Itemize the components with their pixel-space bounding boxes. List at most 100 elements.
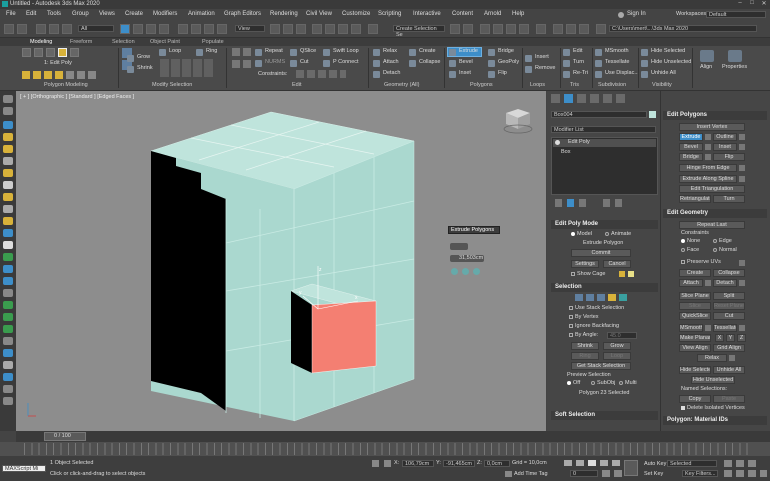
caddy-cancel-icon[interactable] bbox=[473, 268, 480, 275]
refresh-icon[interactable] bbox=[3, 385, 13, 393]
extrude-poly-button[interactable]: Extrude bbox=[679, 133, 703, 141]
rollout-edit-poly-mode[interactable]: Edit Poly Mode bbox=[551, 220, 658, 229]
edit-named-sel-icon[interactable] bbox=[368, 24, 378, 34]
filter-lights-icon[interactable] bbox=[3, 145, 13, 153]
bridge-settings-icon[interactable] bbox=[705, 154, 711, 160]
constraint-edge-radio[interactable] bbox=[713, 239, 717, 243]
caddy-ok-icon[interactable] bbox=[451, 268, 458, 275]
workspace-dropdown[interactable]: Default bbox=[706, 11, 766, 18]
placement-icon[interactable] bbox=[217, 24, 227, 34]
rollout-soft-selection[interactable]: Soft Selection bbox=[551, 411, 658, 420]
shrink-button[interactable]: Shrink bbox=[126, 65, 153, 74]
menu-interactive[interactable]: Interactive bbox=[413, 11, 441, 17]
cage-color-swatch-2[interactable] bbox=[628, 271, 634, 277]
reset-plane-button[interactable]: Reset Plane bbox=[713, 302, 745, 310]
window-crossing-icon[interactable] bbox=[159, 24, 169, 34]
group-geometry[interactable]: Geometry (All) bbox=[384, 82, 419, 88]
motion-tab-icon[interactable] bbox=[590, 94, 599, 103]
current-frame-field[interactable]: 0 bbox=[570, 470, 598, 477]
minimize-button[interactable]: – bbox=[734, 0, 746, 9]
edit-icon-1[interactable] bbox=[232, 48, 240, 56]
orbit-icon[interactable] bbox=[748, 470, 756, 477]
z-coord-field[interactable]: 0,0cm bbox=[484, 460, 510, 467]
menu-tools[interactable]: Tools bbox=[47, 11, 61, 17]
keyboard-shortcut-icon[interactable] bbox=[296, 24, 306, 34]
project-path-field[interactable]: C:\Users\mert\...\3ds Max 2020 bbox=[609, 25, 757, 32]
hinge-button[interactable]: Hinge From Edge bbox=[679, 164, 737, 172]
group-edit[interactable]: Edit bbox=[292, 82, 301, 88]
tab-object-paint[interactable]: Object Paint bbox=[150, 39, 180, 45]
loop-sel-button[interactable]: Loop bbox=[603, 352, 631, 360]
group-tris[interactable]: Tris bbox=[570, 82, 579, 88]
flip-poly-button[interactable]: Flip bbox=[713, 153, 745, 161]
attach-list-icon[interactable] bbox=[705, 280, 711, 286]
align-icon[interactable] bbox=[463, 24, 473, 34]
filter-xrefs-icon[interactable] bbox=[3, 205, 13, 213]
make-planar-button[interactable]: Make Planar bbox=[679, 334, 711, 342]
edge-mode-icon[interactable] bbox=[34, 48, 43, 57]
time-slider[interactable]: 0 / 100 bbox=[16, 431, 770, 442]
split-button[interactable]: Split bbox=[713, 292, 745, 300]
tris-edit-button[interactable]: Edit bbox=[562, 48, 582, 57]
menu-scripting[interactable]: Scripting bbox=[378, 11, 401, 17]
sel-element-icon[interactable] bbox=[619, 294, 627, 301]
preserve-uvs-checkbox[interactable] bbox=[681, 260, 685, 264]
geopoly-button[interactable]: GeoPoly bbox=[487, 59, 519, 68]
show-end-result-icon[interactable] bbox=[567, 199, 574, 207]
toggle-icon-4[interactable] bbox=[55, 71, 63, 79]
preview-off-radio[interactable] bbox=[567, 381, 571, 385]
hide-selected-geo-button[interactable]: Hide Selected bbox=[679, 366, 711, 374]
pconnect-button[interactable]: P Connect bbox=[322, 59, 359, 68]
rollout-selection[interactable]: Selection bbox=[551, 283, 658, 292]
object-color-swatch[interactable] bbox=[649, 111, 656, 118]
ring-button[interactable]: Ring bbox=[195, 48, 217, 57]
group-loops[interactable]: Loops bbox=[530, 82, 545, 88]
reference-coord-dropdown[interactable]: View bbox=[235, 25, 265, 32]
modify-tab-icon[interactable] bbox=[564, 94, 573, 103]
filter-containers-icon[interactable] bbox=[3, 229, 13, 237]
toggle-icon-1[interactable] bbox=[22, 71, 30, 79]
zoom-icon[interactable] bbox=[724, 460, 732, 467]
show-cage-checkbox[interactable] bbox=[571, 272, 575, 276]
radio-model[interactable] bbox=[571, 232, 575, 236]
toggle-icon-2[interactable] bbox=[33, 71, 41, 79]
properties-icon[interactable] bbox=[728, 50, 742, 62]
zoom-extents-icon[interactable] bbox=[748, 460, 756, 467]
polygon-mode-icon[interactable] bbox=[58, 48, 67, 57]
mirror-icon[interactable] bbox=[450, 24, 460, 34]
sign-in-button[interactable]: Sign In bbox=[627, 11, 646, 17]
ring-sel-button[interactable]: Ring bbox=[571, 352, 599, 360]
turn-poly-button[interactable]: Turn bbox=[713, 195, 745, 203]
msmooth-settings-icon[interactable] bbox=[705, 325, 711, 331]
curve-editor-icon[interactable] bbox=[506, 24, 516, 34]
repeat-last-button[interactable]: Repeat Last bbox=[679, 221, 745, 229]
group-polygons[interactable]: Polygons bbox=[470, 82, 493, 88]
viewport-label[interactable]: [ + ] [Orthographic ] [Standard ] [Edged… bbox=[20, 94, 134, 100]
collapse-button[interactable]: Collapse bbox=[408, 59, 440, 68]
project-folder-icon[interactable] bbox=[596, 24, 606, 34]
edit-triangulation-button[interactable]: Edit Triangulation bbox=[679, 185, 745, 193]
insert-loop-button[interactable]: Insert bbox=[524, 54, 549, 63]
locator-icon[interactable] bbox=[3, 373, 13, 381]
filter-warps-icon[interactable] bbox=[3, 181, 13, 189]
caddy-apply-icon[interactable] bbox=[462, 268, 469, 275]
configure-sets-icon[interactable] bbox=[615, 199, 622, 207]
menu-help[interactable]: Help bbox=[512, 11, 524, 17]
quickslice-button[interactable]: QuickSlice bbox=[679, 312, 711, 320]
constraint-normal-radio[interactable] bbox=[713, 248, 717, 252]
rendered-frame-icon[interactable] bbox=[566, 24, 576, 34]
camera-icon[interactable] bbox=[3, 361, 13, 369]
bevel-poly-button[interactable]: Bevel bbox=[679, 143, 703, 151]
menu-graph-editors[interactable]: Graph Editors bbox=[224, 11, 261, 17]
filter-frozen-icon[interactable] bbox=[3, 241, 13, 249]
preview-multi-radio[interactable] bbox=[619, 381, 623, 385]
use-displace-button[interactable]: Use Displac... bbox=[594, 70, 639, 79]
web-icon[interactable] bbox=[3, 349, 13, 357]
menu-customize[interactable]: Customize bbox=[342, 11, 370, 17]
group-subdivision[interactable]: Subdivision bbox=[598, 82, 626, 88]
bind-space-warp-icon[interactable] bbox=[62, 24, 72, 34]
relax-settings-icon[interactable] bbox=[729, 355, 735, 361]
select-by-name-icon[interactable] bbox=[133, 24, 143, 34]
settings-button[interactable]: Settings bbox=[571, 260, 599, 268]
named-selection-dropdown[interactable]: Create Selection Se bbox=[393, 25, 445, 38]
